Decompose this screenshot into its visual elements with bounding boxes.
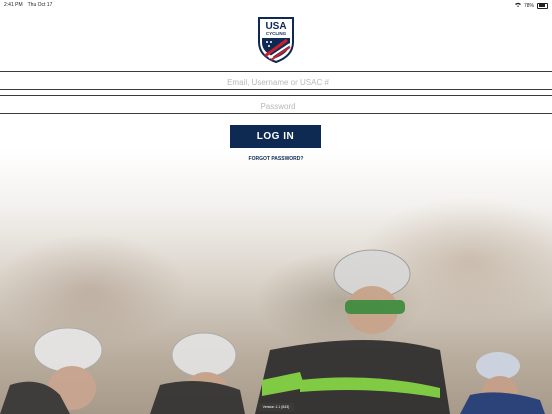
status-time: 2:41 PM xyxy=(4,2,23,8)
status-date: Thu Oct 17 xyxy=(27,2,53,8)
logo-cycling-text: CYCLING xyxy=(266,31,287,36)
password-field[interactable] xyxy=(0,95,552,116)
battery-icon xyxy=(537,2,548,9)
battery-percent: 78% xyxy=(523,2,534,9)
usa-cycling-logo: USA CYCLING xyxy=(257,16,295,64)
username-field[interactable] xyxy=(0,71,552,92)
username-input[interactable] xyxy=(0,73,552,92)
status-bar: 2:41 PM Thu Oct 17 78% xyxy=(0,0,552,10)
wifi-icon xyxy=(514,2,521,9)
forgot-password-link[interactable]: FORGOT PASSWORD? xyxy=(0,156,552,162)
login-button[interactable]: LOG IN xyxy=(230,125,321,148)
password-input[interactable] xyxy=(0,97,552,116)
version-label: Version 1.1 (843) xyxy=(258,403,294,411)
